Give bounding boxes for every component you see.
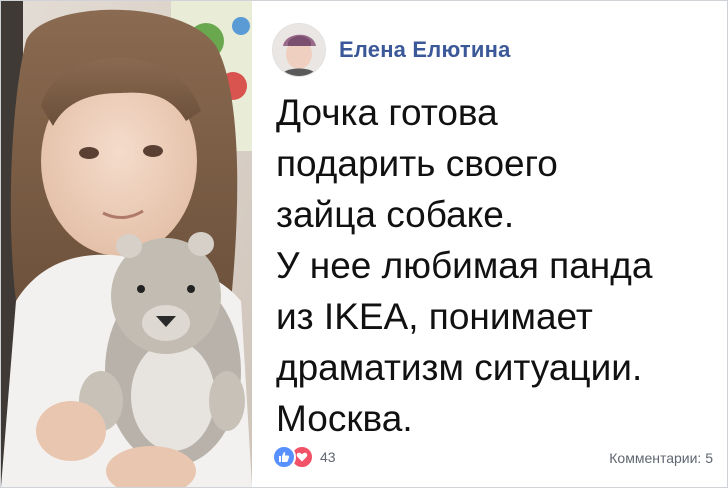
post-text-line: У нее любимая панда: [276, 245, 653, 286]
post-author: Елена Елютина: [272, 23, 511, 77]
avatar-image: [273, 24, 325, 76]
post-text-line: Москва.: [276, 398, 413, 439]
author-avatar[interactable]: [272, 23, 326, 77]
post-text-line: подарить своего: [276, 143, 558, 184]
post-photo[interactable]: [1, 1, 252, 487]
facebook-post-card: Елена Елютина Дочка готова подарить свое…: [0, 0, 728, 488]
girl-with-plush-toy-image: [1, 1, 252, 487]
author-name[interactable]: Елена Елютина: [339, 37, 511, 63]
comments-link[interactable]: Комментарии: 5: [609, 450, 713, 466]
reaction-count: 43: [320, 449, 336, 465]
reactions-summary[interactable]: 43: [272, 445, 336, 469]
post-text-line: зайца собаке.: [276, 194, 515, 235]
post-content: Елена Елютина Дочка готова подарить свое…: [252, 1, 727, 487]
like-icon: [272, 445, 296, 469]
post-text-line: из IKEA, понимает: [276, 296, 593, 337]
post-text: Дочка готова подарить своего зайца собак…: [276, 87, 716, 444]
post-text-line: Дочка готова: [276, 92, 498, 133]
post-text-line: драматизм ситуации.: [276, 347, 643, 388]
